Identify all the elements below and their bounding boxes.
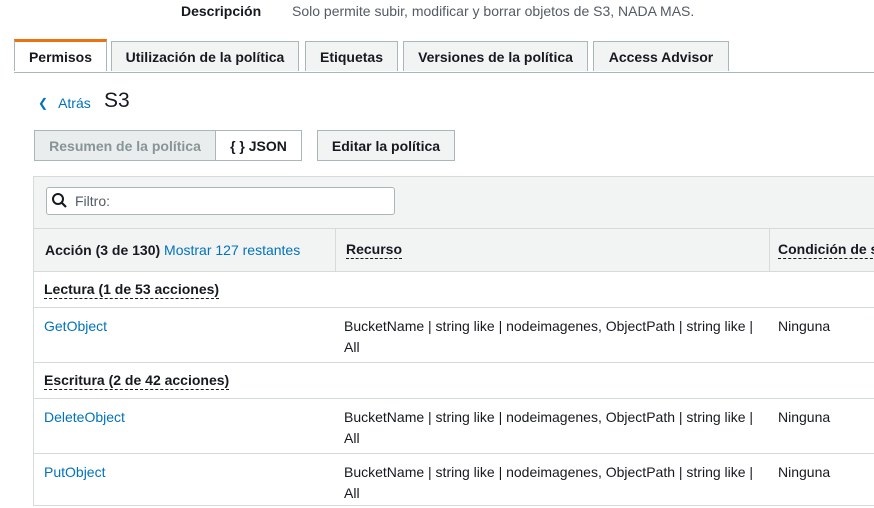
tab-bar: Permisos Utilización de la política Etiq… xyxy=(14,39,874,73)
resource-cell: BucketName | string like | nodeimagenes,… xyxy=(344,464,754,501)
tab-access-advisor[interactable]: Access Advisor xyxy=(593,41,729,71)
tab-versiones[interactable]: Versiones de la política xyxy=(403,41,588,71)
table-row: PutObject BucketName | string like | nod… xyxy=(34,453,874,508)
group-label: Lectura (1 de 53 acciones) xyxy=(44,280,220,299)
header-condition[interactable]: Condición de s xyxy=(769,228,874,271)
resource-cell: BucketName | string like | nodeimagenes,… xyxy=(344,409,754,446)
group-row-read: Lectura (1 de 53 acciones) xyxy=(34,271,874,307)
summary-button[interactable]: Resumen de la política xyxy=(34,130,216,161)
description-label: Descripción xyxy=(181,3,262,19)
action-link[interactable]: DeleteObject xyxy=(44,407,125,428)
filter-input[interactable] xyxy=(73,192,377,210)
condition-cell: Ninguna xyxy=(778,318,831,334)
tab-utilizacion[interactable]: Utilización de la política xyxy=(111,41,299,71)
table-header-area: Acción (3 de 130) Mostrar 127 restantes … xyxy=(34,177,874,271)
policy-table: Acción (3 de 130) Mostrar 127 restantes … xyxy=(33,176,874,506)
table-row: GetObject BucketName | string like | nod… xyxy=(34,307,874,362)
tab-permisos[interactable]: Permisos xyxy=(14,39,107,71)
chevron-left-icon: ❮ xyxy=(38,96,49,110)
resource-cell: BucketName | string like | nodeimagenes,… xyxy=(344,318,754,355)
description-value: Solo permite subir, modificar y borrar o… xyxy=(292,3,695,19)
header-condition-label: Condición de s xyxy=(778,241,874,259)
back-label: Atrás xyxy=(58,95,91,111)
group-row-write: Escritura (2 de 42 acciones) xyxy=(34,362,874,398)
action-link[interactable]: PutObject xyxy=(44,462,105,483)
edit-policy-button[interactable]: Editar la política xyxy=(317,130,455,161)
show-remaining-link[interactable]: Mostrar 127 restantes xyxy=(164,242,300,258)
search-icon xyxy=(52,193,67,208)
header-resource[interactable]: Recurso xyxy=(335,228,769,271)
header-action-label: Acción (3 de 130) xyxy=(45,242,161,258)
condition-cell: Ninguna xyxy=(778,409,831,425)
page-title: S3 xyxy=(104,89,130,112)
header-action: Acción (3 de 130) Mostrar 127 restantes xyxy=(34,228,335,271)
tab-etiquetas[interactable]: Etiquetas xyxy=(305,41,398,71)
back-link[interactable]: ❮ Atrás xyxy=(38,95,91,111)
table-row: DeleteObject BucketName | string like | … xyxy=(34,398,874,453)
filter-box[interactable] xyxy=(46,187,395,215)
header-resource-label: Recurso xyxy=(346,241,403,259)
group-label: Escritura (2 de 42 acciones) xyxy=(44,371,230,390)
json-button[interactable]: { } JSON xyxy=(215,130,302,161)
condition-cell: Ninguna xyxy=(778,464,831,480)
action-link[interactable]: GetObject xyxy=(44,316,107,337)
